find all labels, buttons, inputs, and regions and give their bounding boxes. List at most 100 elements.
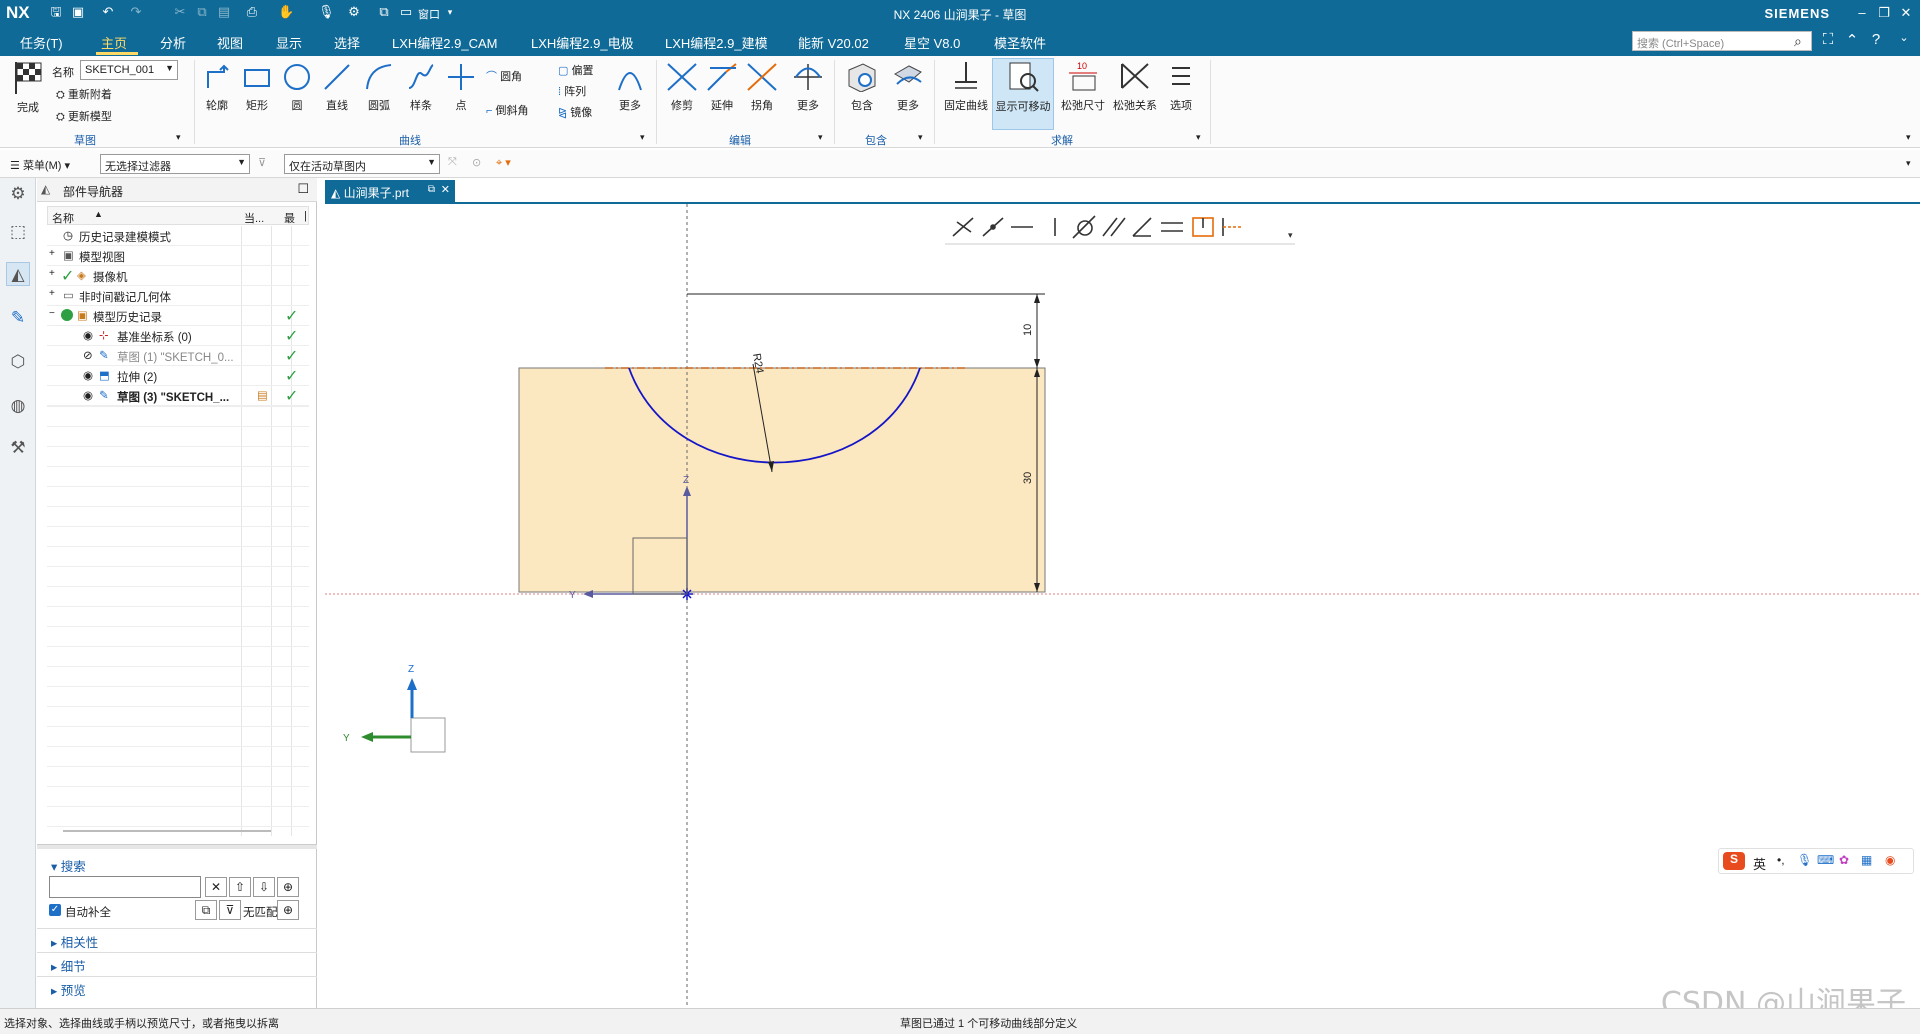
- expand-icon[interactable]: +: [49, 248, 55, 259]
- tree-node-extrude-2[interactable]: ◉ ⬒ 拉伸 (2) ✓: [47, 366, 309, 386]
- column-latest[interactable]: 最: [284, 210, 295, 226]
- assembly-navigator-icon[interactable]: ⬚: [6, 220, 30, 244]
- rectangle-button[interactable]: 矩形: [240, 62, 274, 113]
- spline-button[interactable]: 样条: [404, 62, 438, 113]
- collapse-ribbon-icon[interactable]: ⌃: [1842, 31, 1862, 51]
- fix-curve-button[interactable]: 固定曲线: [942, 60, 990, 113]
- snap-point-icon[interactable]: ⌖ ▾: [496, 156, 511, 170]
- navigator-search-input[interactable]: [49, 876, 201, 898]
- punctuation-icon[interactable]: •,: [1777, 853, 1785, 867]
- tree-node-model-views[interactable]: + ▣ 模型视图: [47, 246, 309, 266]
- reuse-library-icon[interactable]: ⬡: [6, 350, 30, 374]
- tab-mosheng[interactable]: 模圣软件: [994, 33, 1046, 52]
- pattern-button[interactable]: ⁞ 阵列: [558, 83, 586, 99]
- command-search-input[interactable]: 搜索 (Ctrl+Space): [1632, 31, 1812, 51]
- tree-node-non-timestamp-geometry[interactable]: + ▭ 非时间戳记几何体: [47, 286, 309, 306]
- skin-icon[interactable]: ✿: [1839, 853, 1849, 867]
- group-more-icon[interactable]: ▾: [918, 132, 923, 143]
- arrow-down-icon[interactable]: ⇩: [253, 877, 275, 897]
- history-icon[interactable]: ◍: [6, 394, 30, 418]
- constraint-toolbar[interactable]: ▾: [945, 212, 1295, 245]
- offset-button[interactable]: ▢ 偏置: [558, 62, 593, 78]
- line-button[interactable]: 直线: [320, 62, 354, 113]
- fullscreen-icon[interactable]: ⛶: [1818, 31, 1838, 51]
- sketch-name-select[interactable]: SKETCH_001 ▼: [80, 60, 178, 80]
- help-icon[interactable]: ?: [1866, 31, 1886, 51]
- extend-button[interactable]: 延伸: [704, 62, 740, 113]
- edit-more-button[interactable]: 更多: [790, 62, 826, 113]
- pin-icon[interactable]: ⧉: [428, 184, 435, 195]
- dimension-30-label[interactable]: 30: [1022, 472, 1034, 484]
- tab-xingkong[interactable]: 星空 V8.0: [904, 33, 960, 52]
- group-more-icon[interactable]: ▾: [176, 132, 181, 143]
- roles-icon[interactable]: ⚒: [6, 436, 30, 460]
- profile-button[interactable]: 轮廓: [200, 62, 234, 113]
- column-more[interactable]: |: [304, 210, 307, 222]
- close-tab-icon[interactable]: ✕: [441, 183, 450, 196]
- relax-dimensions-button[interactable]: 10 松弛尺寸: [1060, 60, 1106, 113]
- sogou-logo-icon[interactable]: S: [1723, 852, 1745, 870]
- group-more-icon[interactable]: ▾: [1196, 132, 1201, 143]
- selection-scope-select[interactable]: 仅在活动草图内 ▼: [284, 154, 440, 174]
- expand-icon[interactable]: +: [49, 288, 55, 299]
- select-feature-curves-icon[interactable]: ⤧: [448, 156, 457, 169]
- include-more-button[interactable]: 更多: [888, 60, 928, 113]
- match-target-icon[interactable]: ⊕: [277, 900, 299, 920]
- panel-splitter[interactable]: [37, 844, 317, 849]
- visibility-eye-icon[interactable]: ◉: [83, 368, 93, 382]
- arc-button[interactable]: 圆弧: [362, 62, 396, 113]
- chamfer-button[interactable]: ⌐ 倒斜角: [486, 102, 529, 118]
- horizontal-scrollbar[interactable]: [63, 830, 271, 832]
- toolbox-icon[interactable]: ▦: [1861, 853, 1872, 867]
- tab-lxh-electrode[interactable]: LXH编程2.9_电极: [531, 33, 634, 52]
- part-navigator-icon[interactable]: ◭: [6, 262, 30, 286]
- point-button[interactable]: 点: [444, 62, 478, 113]
- relax-relations-button[interactable]: 松弛关系: [1110, 60, 1160, 113]
- tree-node-sketch-1[interactable]: ⊘ ✎ 草图 (1) "SKETCH_0... ✓: [47, 346, 309, 366]
- maximize-icon[interactable]: ☐: [297, 181, 309, 197]
- arrow-up-icon[interactable]: ⇧: [229, 877, 251, 897]
- options-button[interactable]: 选项: [1164, 60, 1198, 113]
- preview-section-header[interactable]: ▸ 预览: [51, 980, 86, 999]
- tree-node-cameras[interactable]: + ✓ ◈ 摄像机: [47, 266, 309, 286]
- sketch-navigator-icon[interactable]: ✎: [6, 306, 30, 330]
- tab-lxh-modeling[interactable]: LXH编程2.9_建模: [665, 33, 768, 52]
- update-model-button[interactable]: ⛭ 更新模型: [56, 108, 112, 124]
- type-filter-select[interactable]: 无选择过滤器 ▼: [100, 154, 250, 174]
- show-movable-button[interactable]: 显示可移动: [992, 58, 1054, 130]
- tree-node-datum-csys[interactable]: ◉ ⊹ 基准坐标系 (0) ✓: [47, 326, 309, 346]
- group-more-icon[interactable]: ▾: [818, 132, 823, 143]
- ribbon-options-icon[interactable]: ▾: [1906, 132, 1911, 143]
- view-triad[interactable]: Z Y: [343, 664, 446, 753]
- minimize-button[interactable]: –: [1852, 3, 1872, 23]
- include-button[interactable]: 包含: [842, 60, 882, 113]
- search-icon[interactable]: ⌕: [1794, 33, 1810, 49]
- visibility-eye-icon[interactable]: ◉: [83, 388, 93, 402]
- filter-icon[interactable]: ⊽: [258, 156, 266, 169]
- visibility-eye-icon[interactable]: ◉: [83, 328, 93, 342]
- clear-search-icon[interactable]: ✕: [205, 877, 227, 897]
- filter-match-icon[interactable]: ⊽: [219, 900, 241, 920]
- sketch-canvas[interactable]: ▾ R24 10 30 Z Y Z Y: [325, 204, 1920, 1010]
- select-all-icon[interactable]: ⊕: [277, 877, 299, 897]
- graphics-window[interactable]: ▾ R24 10 30 Z Y Z Y: [325, 202, 1920, 1010]
- column-name[interactable]: 名称: [52, 210, 74, 226]
- tab-lxh-cam[interactable]: LXH编程2.9_CAM: [392, 33, 497, 52]
- close-button[interactable]: ✕: [1896, 3, 1916, 23]
- tab-select[interactable]: 选择: [334, 33, 360, 52]
- autocomplete-checkbox[interactable]: ✓: [49, 904, 61, 916]
- tree-node-model-history[interactable]: − ▣ 模型历史记录 ✓: [47, 306, 309, 326]
- fillet-button[interactable]: ⌒ 圆角: [486, 68, 522, 84]
- select-connected-icon[interactable]: ⊙: [472, 156, 481, 169]
- restore-button[interactable]: ❐: [1874, 3, 1894, 23]
- dimension-10-label[interactable]: 10: [1022, 324, 1034, 336]
- column-current[interactable]: 当...: [244, 210, 264, 226]
- keyboard-icon[interactable]: ⌨: [1817, 853, 1834, 867]
- chevron-down-icon[interactable]: ⌄: [1894, 31, 1914, 51]
- tree-node-sketch-3[interactable]: ◉ ✎ 草图 (3) "SKETCH_... ▤ ✓: [47, 386, 309, 406]
- tab-view[interactable]: 视图: [217, 33, 243, 52]
- ime-language-toggle[interactable]: 英: [1753, 854, 1766, 873]
- tab-home[interactable]: 主页: [101, 33, 127, 52]
- microphone-icon[interactable]: 🎙: [1797, 853, 1812, 867]
- reattach-button[interactable]: ⛭ 重新附着: [56, 86, 112, 102]
